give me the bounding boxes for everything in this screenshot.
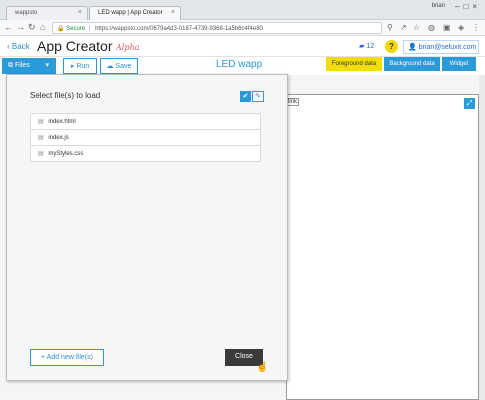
notification-count: 12 (366, 43, 375, 50)
browser-tab-wappsto[interactable]: wappsto × (6, 6, 88, 20)
tab-close-icon[interactable]: × (171, 9, 175, 16)
file-name: myStyles.css (48, 151, 84, 157)
document-title: LED wapp (216, 59, 263, 70)
app-title: App Creator (37, 38, 113, 54)
browser-toolbar: ← → ↻ ⌂ 🔒 Secure | https://wappsto.com/0… (0, 20, 485, 36)
window-controls[interactable]: –□× (455, 2, 481, 11)
extension-icon[interactable]: ▣ (443, 23, 451, 32)
run-label: Run (76, 63, 90, 70)
file-name: index.html (48, 119, 76, 125)
file-icon: ▤ (38, 151, 44, 157)
files-icon: ⧉ (8, 62, 13, 69)
star-icon[interactable]: ☆ (413, 23, 420, 32)
check-icon[interactable]: ✔ (240, 91, 251, 102)
run-button[interactable]: ▸ Run (63, 58, 97, 74)
zoom-icon[interactable]: ⚲ (387, 23, 393, 32)
tab-close-icon[interactable]: × (78, 9, 82, 16)
cloud-icon: ☁ (106, 63, 114, 70)
secure-label: Secure (66, 26, 86, 32)
share-icon[interactable]: ↗ (400, 23, 407, 32)
file-name: index.js (48, 135, 69, 141)
hand-cursor-icon: ☝ (256, 362, 269, 373)
user-menu-button[interactable]: 👤 brian@seluxit.com (403, 40, 479, 54)
chevron-down-icon: ▾ (45, 62, 49, 69)
browser-titlebar: wappsto × LED wapp | App Creator × brian… (0, 0, 485, 20)
back-button[interactable]: ‹ Back (7, 42, 30, 51)
help-button[interactable]: ? (385, 40, 398, 53)
url-text: https://wappsto.com/0679a4d3-0187-4739-9… (95, 26, 263, 32)
browser-tab-led-wapp[interactable]: LED wapp | App Creator × (89, 6, 181, 20)
expand-icon[interactable]: ⤢ (464, 98, 475, 109)
lock-icon: 🔒 (57, 26, 65, 32)
address-bar[interactable]: 🔒 Secure | https://wappsto.com/0679a4d3-… (52, 22, 382, 34)
forward-arrow-icon[interactable]: → (16, 22, 25, 32)
editor-toolbar: ⧉ Files ▾ ▸ Run ☁ Save LED wapp Foregrou… (0, 57, 485, 75)
tab-label: LED wapp | App Creator (98, 10, 163, 16)
profile-label[interactable]: brian (432, 3, 445, 9)
save-label: Save (115, 63, 132, 70)
user-email: brian@seluxit.com (418, 44, 477, 51)
notifications-button[interactable]: ▰ 12 (359, 42, 374, 50)
extension-icon[interactable]: ◍ (428, 23, 435, 32)
files-button[interactable]: ⧉ Files ▾ (2, 58, 56, 74)
pencil-icon[interactable]: ✎ (252, 91, 264, 102)
user-icon: 👤 (408, 44, 417, 51)
tab-label: wappsto (15, 10, 38, 16)
list-item[interactable]: ▤ index.js (30, 129, 261, 146)
modal-title: Select file(s) to load (30, 91, 101, 100)
scrollbar[interactable] (479, 75, 485, 400)
menu-icon[interactable]: ⋮ (472, 23, 480, 32)
foreground-data-button[interactable]: Foreground data (326, 57, 382, 71)
list-item[interactable]: ▤ myStyles.css (30, 145, 261, 162)
back-arrow-icon[interactable]: ← (4, 22, 13, 32)
file-select-modal: Select file(s) to load ✔ ✎ ▤ index.html … (6, 74, 288, 381)
separator: | (88, 26, 91, 32)
back-label: Back (11, 42, 30, 51)
preview-canvas[interactable] (286, 94, 479, 400)
files-label: Files (14, 62, 30, 69)
app-header: ‹ Back App Creator Alpha ▰ 12 ? 👤 brian@… (0, 37, 485, 57)
widget-button[interactable]: Widget (442, 57, 476, 71)
alpha-badge: Alpha (116, 43, 140, 52)
background-data-button[interactable]: Background data (384, 57, 440, 71)
reload-icon[interactable]: ↻ (28, 22, 36, 33)
extension-icon[interactable]: ◈ (458, 23, 464, 32)
file-icon: ▤ (38, 135, 44, 141)
file-icon: ▤ (38, 119, 44, 125)
home-icon[interactable]: ⌂ (40, 22, 45, 32)
save-button[interactable]: ☁ Save (100, 58, 138, 74)
play-icon: ▸ (70, 63, 75, 70)
file-list: ▤ index.html ▤ index.js ▤ myStyles.css (30, 113, 261, 162)
list-item[interactable]: ▤ index.html (30, 113, 261, 130)
stack-icon: ▰ (359, 43, 365, 50)
add-files-button[interactable]: + Add new file(s) (30, 349, 104, 366)
